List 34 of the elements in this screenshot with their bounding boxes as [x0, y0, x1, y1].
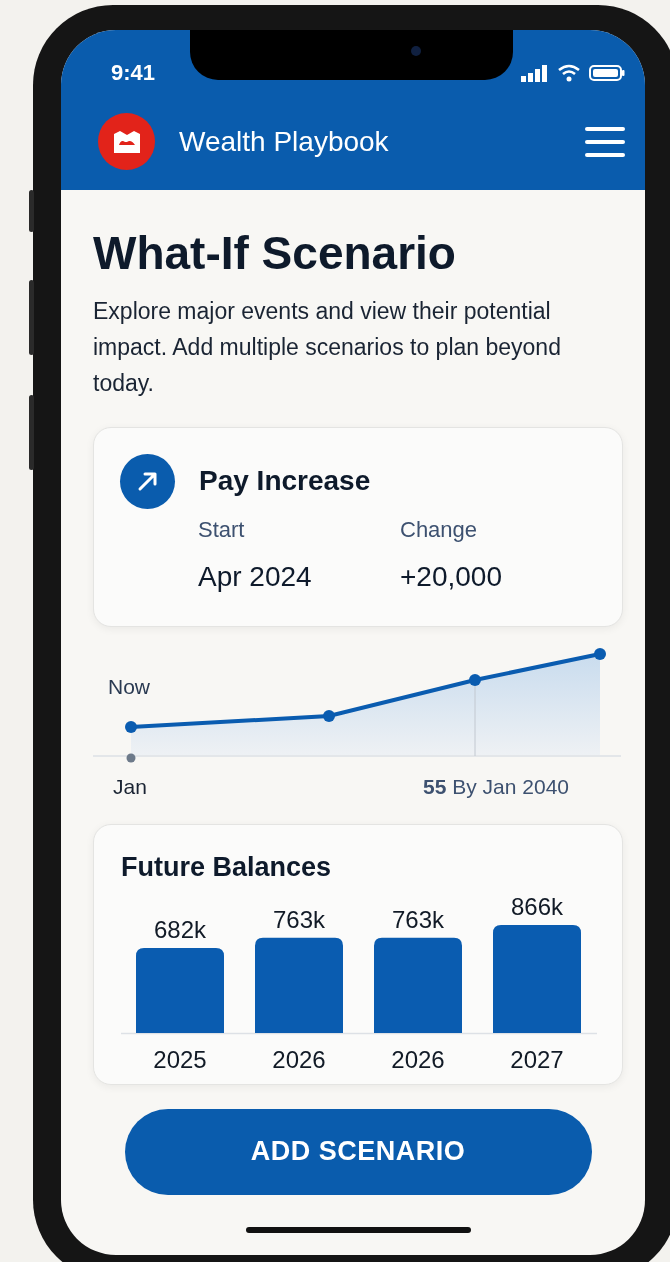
camera-icon — [411, 46, 421, 56]
value-label: 682k — [154, 915, 206, 943]
battery-icon — [589, 64, 625, 82]
status-time: 9:41 — [111, 59, 156, 87]
data-point — [594, 647, 606, 660]
wifi-icon — [557, 64, 581, 82]
category-label: 2027 — [510, 1045, 564, 1073]
data-point — [323, 709, 335, 722]
chart-label: Now — [108, 673, 150, 700]
field-label: Change — [400, 515, 479, 544]
data-point — [125, 720, 137, 733]
add-scenario-button[interactable]: ADD SCENARIO — [124, 1108, 592, 1195]
scenario-title: Pay Increase — [199, 464, 371, 499]
menu-icon[interactable] — [585, 125, 625, 158]
category-label: 2026 — [391, 1045, 445, 1073]
signal-icon — [521, 64, 549, 82]
field-value: Apr 2024 — [198, 559, 313, 594]
chart-label: 55 By Jan 2040 — [423, 773, 569, 800]
chart-label: Jan — [113, 773, 147, 800]
value-label: 763k — [273, 905, 325, 933]
category-label: 2026 — [272, 1045, 326, 1073]
page-title: What-If Scenario — [93, 228, 457, 279]
data-point — [469, 673, 481, 686]
value-label: 866k — [511, 892, 563, 920]
field-value: +20,000 — [400, 559, 503, 594]
app-title: Wealth Playbook — [179, 124, 390, 159]
start-point — [126, 753, 136, 763]
page-description: Explore major events and view their potential impact. Add multiple scenarios to plan beyond today. — [93, 296, 562, 398]
logo-icon — [98, 113, 155, 170]
card-title: Future Balances — [121, 851, 333, 885]
value-label: 763k — [392, 905, 444, 933]
category-label: 2025 — [153, 1045, 207, 1073]
field-label: Start — [198, 515, 246, 544]
scenario-card[interactable]: Pay Increase Start Apr 2024 Change +20,000 — [93, 426, 623, 627]
